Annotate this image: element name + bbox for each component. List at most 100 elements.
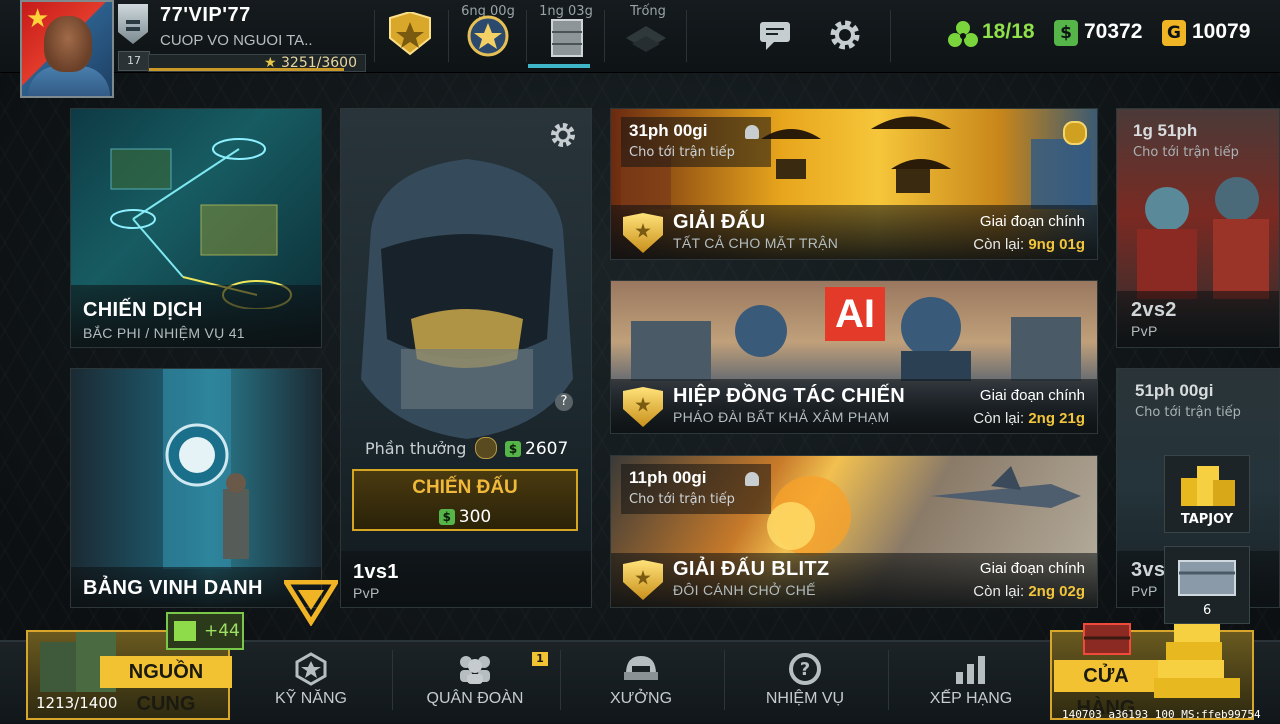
video-bonus-value: +44 bbox=[204, 621, 240, 641]
cash-icon: $ bbox=[1054, 20, 1078, 46]
store-label: CỬA HÀNG bbox=[1054, 660, 1158, 719]
coop-card[interactable]: AI HIỆP ĐỒNG TÁC CHIẾN PHÁO ĐÀI BẤT KHẢ … bbox=[610, 280, 1098, 434]
remaining-value: 2ng 02g bbox=[1028, 583, 1085, 600]
supply-count: 1213/1400 bbox=[36, 694, 118, 712]
xp-text: ★ 3251/3600 bbox=[264, 55, 357, 71]
video-bonus-button[interactable]: +44 bbox=[166, 612, 244, 650]
blitz-timer: 11ph 00gi bbox=[629, 468, 707, 487]
store-button[interactable]: CỬA HÀNG bbox=[1050, 623, 1254, 720]
steel-chest-icon bbox=[1178, 560, 1236, 596]
pvp-2vs2-mode: 2vs2 bbox=[1131, 299, 1177, 321]
coop-stage: Giai đoạn chính bbox=[979, 387, 1085, 404]
selected-slot-indicator bbox=[528, 64, 590, 68]
player-name[interactable]: 77'VIP'77 bbox=[160, 4, 251, 27]
ranking-bars-icon bbox=[956, 656, 985, 684]
chest-offer[interactable]: 6 bbox=[1164, 546, 1250, 624]
settings-gear-icon[interactable] bbox=[828, 18, 862, 52]
pvp-1vs1-type: PvP bbox=[353, 585, 380, 601]
remaining-label: Còn lại: bbox=[973, 583, 1025, 600]
blitz-timer-sub: Cho tới trận tiếp bbox=[629, 492, 735, 507]
rank-chevron-icon bbox=[118, 4, 148, 44]
blitz-card[interactable]: 11ph 00gi Cho tới trận tiếp GIẢI ĐẤU BLI… bbox=[610, 455, 1098, 608]
cash-icon: $ bbox=[505, 441, 521, 457]
missions-question-icon: ? bbox=[789, 653, 821, 685]
pvp-2vs2-card[interactable]: 1g 51ph Cho tới trận tiếp 2vs2 PvP bbox=[1116, 108, 1280, 348]
ai-badge: AI bbox=[825, 287, 885, 341]
blitz-title: GIẢI ĐẤU BLITZ bbox=[673, 558, 830, 580]
nav-workshop[interactable]: XƯỞNG bbox=[576, 640, 706, 720]
chest-count: 6 bbox=[1203, 603, 1212, 618]
energy-icon bbox=[948, 21, 978, 47]
fight-button-cost: $300 bbox=[354, 507, 576, 527]
down-arrow-icon[interactable] bbox=[284, 580, 338, 626]
blitz-subtitle: ĐÔI CÁNH CHỞ CHẾ bbox=[673, 582, 816, 598]
player-level: 17 bbox=[118, 51, 150, 71]
pvp-1vs1-mode: 1vs1 bbox=[353, 561, 399, 583]
clan-name[interactable]: CUOP VO NGUOI TA.. bbox=[160, 32, 313, 49]
fight-cost-value: 300 bbox=[458, 507, 492, 527]
soldiers-art bbox=[1137, 177, 1269, 299]
tapjoy-offer[interactable]: TAPJOY bbox=[1164, 455, 1250, 533]
store-gold-stack-icon bbox=[1154, 624, 1240, 698]
notification-bell-icon[interactable] bbox=[745, 472, 759, 486]
campaign-map-art bbox=[110, 138, 292, 309]
blitz-stage: Giai đoạn chính bbox=[979, 560, 1085, 577]
nav-corps-label: QUÂN ĐOÀN bbox=[426, 690, 524, 707]
tapjoy-label: TAPJOY bbox=[1180, 512, 1234, 527]
notification-bell-icon[interactable] bbox=[745, 125, 759, 139]
svg-text:?: ? bbox=[800, 659, 810, 680]
gold-coin-icon bbox=[1063, 121, 1087, 145]
fight-button-label: CHIẾN ĐẤU bbox=[412, 477, 518, 498]
nav-corps[interactable]: 1 QUÂN ĐOÀN bbox=[410, 640, 548, 720]
tournament-timer-sub: Cho tới trận tiếp bbox=[629, 145, 735, 160]
chat-icon[interactable] bbox=[758, 20, 792, 52]
pvp-3vs3-timer-sub: Cho tới trận tiếp bbox=[1135, 405, 1241, 420]
tournament-subtitle: TẤT CẢ CHO MẶT TRẬN bbox=[673, 235, 839, 251]
workshop-helmet-icon bbox=[624, 656, 658, 680]
empty-slot-icon[interactable] bbox=[624, 24, 668, 54]
card-settings-gear-icon[interactable] bbox=[549, 121, 577, 149]
reward-value-row: $2607 bbox=[505, 439, 568, 459]
tournament-stage: Giai đoạn chính bbox=[979, 213, 1085, 230]
league-shield-icon[interactable] bbox=[386, 12, 434, 56]
helmet-soldier-art bbox=[361, 159, 573, 439]
crate-chest-icon[interactable] bbox=[550, 18, 584, 58]
avatar-head bbox=[44, 16, 92, 72]
xp-bar: ★ 3251/3600 bbox=[148, 54, 366, 72]
gold-value[interactable]: 10079 bbox=[1192, 20, 1250, 44]
campaign-subtitle: BẮC PHI / NHIỆM VỤ 41 bbox=[83, 325, 245, 341]
reward-medal-icon bbox=[475, 437, 497, 459]
coop-title: HIỆP ĐỒNG TÁC CHIẾN bbox=[673, 385, 906, 407]
remaining-value: 9ng 01g bbox=[1028, 236, 1085, 253]
medal-chest-icon[interactable] bbox=[466, 14, 510, 58]
nav-skills[interactable]: KỸ NĂNG bbox=[246, 640, 376, 720]
timer-label-2: 1ng 03g bbox=[539, 4, 593, 19]
nav-missions-label: NHIỆM VỤ bbox=[765, 690, 845, 707]
campaign-card[interactable]: CHIẾN DỊCH BẮC PHI / NHIỆM VỤ 41 bbox=[70, 108, 322, 348]
build-version: 140703 a36193 100 MS:ffeb99754 bbox=[1062, 708, 1261, 721]
cash-value[interactable]: 70372 bbox=[1084, 20, 1142, 44]
fight-button[interactable]: CHIẾN ĐẤU $300 bbox=[352, 469, 578, 531]
help-icon[interactable]: ? bbox=[555, 393, 573, 411]
nav-missions[interactable]: ? NHIỆM VỤ bbox=[740, 640, 870, 720]
hall-of-fame-card[interactable]: BẢNG VINH DANH bbox=[70, 368, 322, 608]
pvp-2vs2-timer: 1g 51ph bbox=[1133, 121, 1198, 140]
skills-star-icon bbox=[295, 652, 327, 686]
red-crate-icon bbox=[1083, 623, 1131, 655]
remaining-label: Còn lại: bbox=[973, 236, 1025, 253]
corps-people-icon bbox=[460, 656, 490, 684]
player-avatar[interactable]: ★ bbox=[20, 0, 114, 98]
remaining-value: 2ng 21g bbox=[1028, 410, 1085, 427]
nav-ranking[interactable]: XẾP HẠNG bbox=[906, 640, 1036, 720]
nav-skills-label: KỸ NĂNG bbox=[274, 690, 347, 707]
pvp-2vs2-type: PvP bbox=[1131, 323, 1158, 339]
star-icon: ★ bbox=[264, 55, 277, 71]
tournament-card[interactable]: 31ph 00gi Cho tới trận tiếp GIẢI ĐẤU TẤT… bbox=[610, 108, 1098, 260]
nav-ranking-label: XẾP HẠNG bbox=[929, 690, 1013, 707]
hall-of-fame-title: BẢNG VINH DANH bbox=[83, 577, 263, 599]
nav-workshop-label: XƯỞNG bbox=[609, 690, 673, 707]
film-icon bbox=[174, 621, 196, 641]
campaign-title: CHIẾN DỊCH bbox=[83, 299, 203, 321]
cash-icon: $ bbox=[438, 509, 455, 525]
pvp-1vs1-card[interactable]: ? Phần thưởng $2607 1vs1 PvP bbox=[340, 108, 592, 608]
